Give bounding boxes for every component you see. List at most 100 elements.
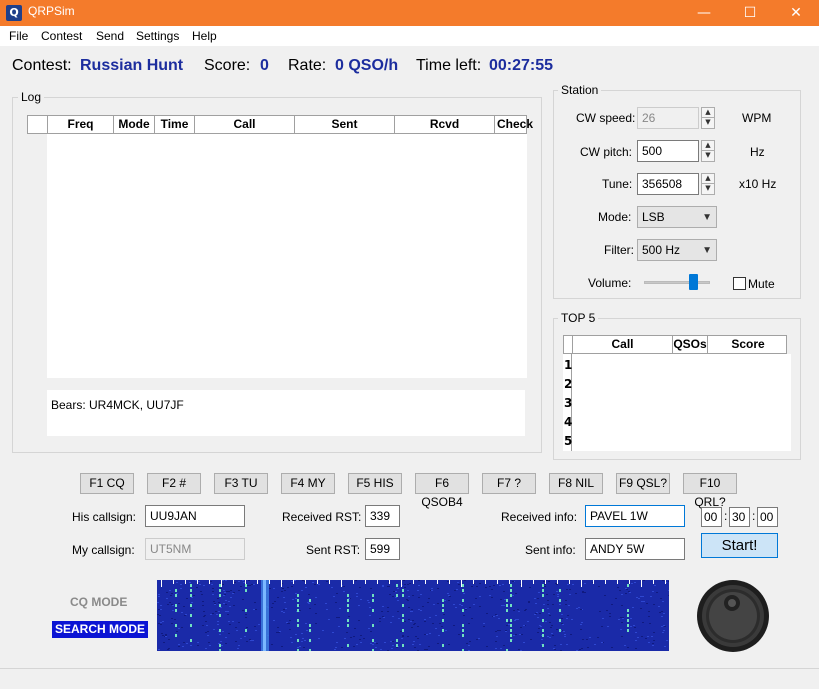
tune-label: Tune: — [602, 177, 633, 191]
time-left-value: 00:27:55 — [489, 57, 554, 74]
mode-select[interactable]: LSB ▼ — [637, 206, 717, 228]
f6-qsob4-button[interactable]: F6 QSOB4 — [415, 473, 469, 509]
timer-seconds-input[interactable]: 00 — [757, 507, 778, 527]
chevron-down-icon: ▼ — [702, 245, 712, 256]
cw-speed-unit: WPM — [742, 111, 772, 125]
top5-grid-header: Call QSOs Score — [563, 335, 787, 354]
spin-up-icon[interactable]: ▲ — [702, 174, 714, 184]
cw-speed-spinner[interactable]: ▲ ▼ — [701, 107, 715, 129]
spin-down-icon[interactable]: ▼ — [702, 151, 714, 161]
mute-label: Mute — [748, 277, 775, 291]
received-info-input[interactable]: PAVEL 1W — [585, 505, 685, 527]
filter-select[interactable]: 500 Hz ▼ — [637, 239, 717, 261]
tune-spinner[interactable]: ▲ ▼ — [701, 173, 715, 195]
maximize-button[interactable]: ☐ — [727, 0, 773, 26]
f7-query-button[interactable]: F7 ? — [482, 473, 536, 494]
mute-checkbox[interactable] — [733, 277, 746, 290]
cw-pitch-input[interactable]: 500 — [637, 140, 699, 162]
top5-row-number: 4 — [564, 415, 573, 429]
top5-col-call[interactable]: Call — [573, 336, 673, 353]
rate-label: Rate: — [288, 57, 327, 74]
menu-help[interactable]: Help — [192, 29, 217, 43]
sent-info-label: Sent info: — [525, 543, 576, 557]
timer-hours-input[interactable]: 00 — [701, 507, 722, 527]
sent-rst-label: Sent RST: — [306, 543, 361, 557]
waterfall-display[interactable] — [157, 580, 669, 651]
score-value: 0 — [260, 57, 269, 74]
spin-up-icon[interactable]: ▲ — [702, 141, 714, 151]
tune-input[interactable]: 356508 — [637, 173, 699, 195]
score-label: Score: — [204, 57, 251, 74]
close-button[interactable]: ✕ — [773, 0, 819, 26]
log-col-freq[interactable]: Freq — [48, 116, 114, 133]
log-col-check[interactable]: Check — [495, 116, 535, 133]
top5-row-number: 3 — [564, 396, 573, 410]
log-grid-body[interactable] — [47, 134, 527, 378]
f8-nil-button[interactable]: F8 NIL — [549, 473, 603, 494]
tuning-knob-icon[interactable] — [696, 579, 770, 653]
spin-down-icon[interactable]: ▼ — [702, 118, 714, 128]
sent-rst-input[interactable]: 599 — [365, 538, 400, 560]
spin-up-icon[interactable]: ▲ — [702, 108, 714, 118]
log-group-title: Log — [18, 90, 45, 104]
top5-col-qsos[interactable]: QSOs — [673, 336, 708, 353]
cw-pitch-spinner[interactable]: ▲ ▼ — [701, 140, 715, 162]
f9-qsl-button[interactable]: F9 QSL? — [616, 473, 670, 494]
log-col-sent[interactable]: Sent — [295, 116, 395, 133]
menu-bar: File Contest Send Settings Help — [0, 26, 819, 46]
my-callsign-input[interactable]: UT5NM — [145, 538, 245, 560]
cq-mode-indicator[interactable]: CQ MODE — [70, 595, 127, 609]
bears-panel: Bears: UR4MCK, UU7JF — [47, 390, 525, 436]
mode-select-value: LSB — [642, 210, 665, 224]
title-bar: Q QRPSim — ☐ ✕ — [0, 0, 819, 26]
top5-col-indicator — [564, 336, 573, 353]
log-col-call[interactable]: Call — [195, 116, 295, 133]
app-icon: Q — [6, 5, 22, 21]
tune-unit: x10 Hz — [739, 177, 777, 191]
menu-settings[interactable]: Settings — [136, 29, 179, 43]
timer-separator: : — [724, 509, 728, 523]
log-col-indicator — [28, 116, 48, 133]
cw-speed-input[interactable]: 26 — [637, 107, 699, 129]
f1-cq-button[interactable]: F1 CQ — [80, 473, 134, 494]
timer-minutes-input[interactable]: 30 — [729, 507, 750, 527]
start-button[interactable]: Start! — [701, 533, 778, 558]
received-info-label: Received info: — [501, 510, 578, 524]
menu-contest[interactable]: Contest — [41, 29, 82, 43]
top5-row-number: 5 — [564, 434, 573, 448]
filter-label: Filter: — [604, 243, 634, 257]
cw-speed-label: CW speed: — [576, 111, 636, 125]
volume-slider-track[interactable] — [644, 281, 710, 284]
log-grid-header: Freq Mode Time Call Sent Rcvd Check — [27, 115, 533, 134]
f5-his-button[interactable]: F5 HIS — [348, 473, 402, 494]
contest-label: Contest: — [12, 57, 72, 74]
f10-qrl-button[interactable]: F10 QRL? — [683, 473, 737, 509]
log-col-time[interactable]: Time — [155, 116, 195, 133]
status-divider — [0, 668, 819, 669]
received-rst-input[interactable]: 339 — [365, 505, 400, 527]
my-callsign-label: My callsign: — [72, 543, 135, 557]
window-title: QRPSim — [28, 4, 75, 18]
time-left-label: Time left: — [416, 57, 482, 74]
menu-send[interactable]: Send — [96, 29, 124, 43]
log-col-rcvd[interactable]: Rcvd — [395, 116, 495, 133]
contest-value: Russian Hunt — [80, 57, 184, 74]
top5-row-number: 1 — [564, 358, 573, 372]
his-callsign-input[interactable]: UU9JAN — [145, 505, 245, 527]
f2-number-button[interactable]: F2 # — [147, 473, 201, 494]
top5-grid-body[interactable] — [572, 354, 791, 451]
f4-my-button[interactable]: F4 MY — [281, 473, 335, 494]
menu-file[interactable]: File — [9, 29, 28, 43]
f3-tu-button[interactable]: F3 TU — [214, 473, 268, 494]
rate-value: 0 QSO/h — [335, 57, 399, 74]
search-mode-indicator[interactable]: SEARCH MODE — [52, 621, 148, 638]
mode-label: Mode: — [598, 210, 632, 224]
sent-info-input[interactable]: ANDY 5W — [585, 538, 685, 560]
log-col-mode[interactable]: Mode — [114, 116, 155, 133]
top5-col-score[interactable]: Score — [708, 336, 788, 353]
minimize-button[interactable]: — — [681, 0, 727, 26]
spin-down-icon[interactable]: ▼ — [702, 184, 714, 194]
volume-slider-thumb[interactable] — [689, 274, 699, 290]
cw-pitch-unit: Hz — [750, 145, 765, 159]
top5-row-headers: 1 2 3 4 5 — [563, 354, 572, 451]
